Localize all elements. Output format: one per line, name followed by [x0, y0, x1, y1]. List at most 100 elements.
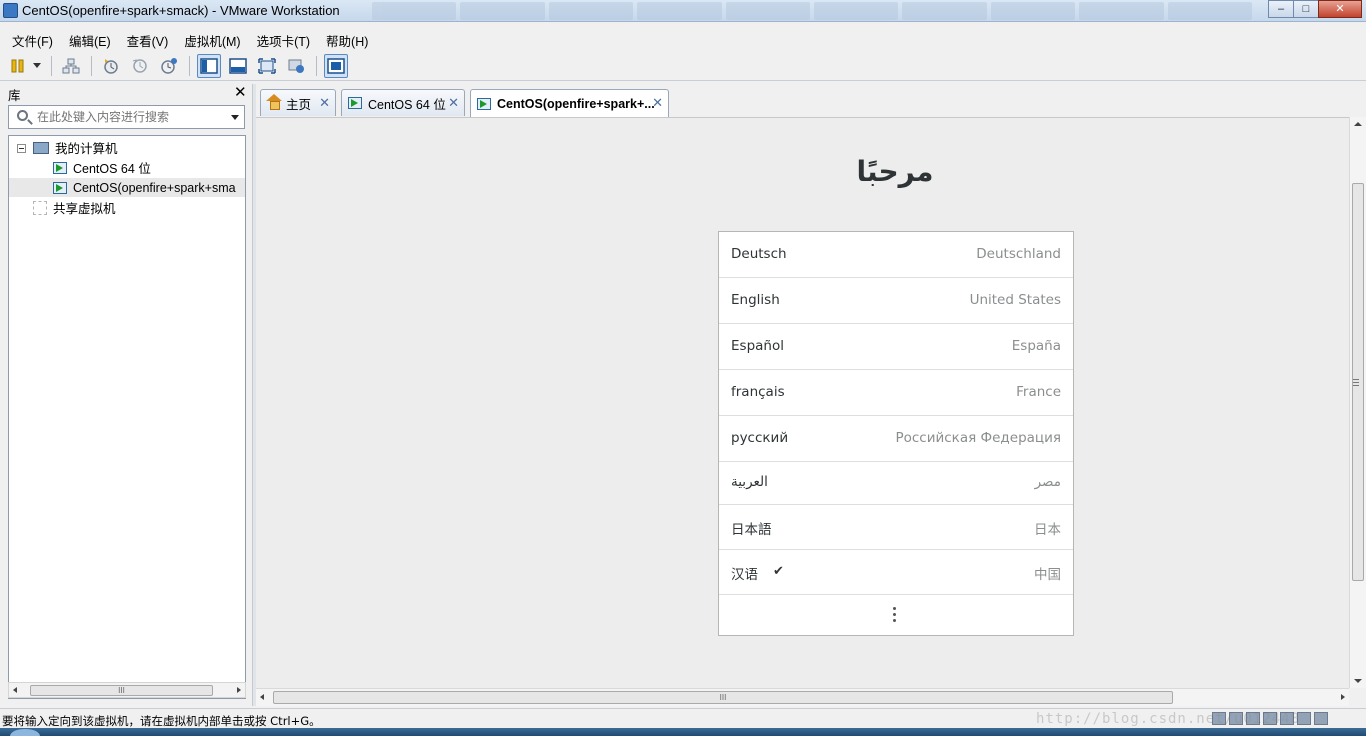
language-region: Deutschland: [976, 246, 1061, 262]
chevron-down-icon[interactable]: [231, 115, 239, 120]
status-bar: 要将输入定向到该虚拟机，请在虚拟机内部单击或按 Ctrl+G。 http://b…: [0, 708, 1366, 728]
tab-close-icon[interactable]: ✕: [448, 95, 459, 111]
vm-horizontal-scrollbar[interactable]: III: [256, 688, 1349, 706]
language-name: English: [731, 292, 780, 308]
scroll-grip-icon: [1353, 379, 1359, 386]
library-close-icon[interactable]: ✕: [234, 83, 247, 101]
tree-item-centos-openfire[interactable]: CentOS(openfire+spark+sma: [9, 178, 245, 197]
tab-label: CentOS 64 位: [368, 97, 446, 112]
full-screen-button[interactable]: [255, 54, 279, 78]
unity-icon: [288, 59, 304, 73]
display-icon[interactable]: [1314, 712, 1328, 725]
scroll-up-icon[interactable]: [1354, 122, 1362, 126]
tree-item-centos-64[interactable]: CentOS 64 位: [9, 158, 245, 177]
cd-dvd-icon[interactable]: [1229, 712, 1243, 725]
tab-centos-64[interactable]: CentOS 64 位 ✕: [341, 89, 465, 116]
language-row-japanese[interactable]: 日本語 日本: [719, 505, 1073, 550]
status-message: 要将输入定向到该虚拟机，请在虚拟机内部单击或按 Ctrl+G。: [2, 714, 321, 728]
tab-label: 主页: [286, 97, 312, 112]
network-button[interactable]: [59, 54, 83, 78]
snapshot-manager-button[interactable]: [157, 54, 181, 78]
library-search-input[interactable]: [37, 109, 227, 125]
language-row-deutsch[interactable]: Deutsch Deutschland: [719, 232, 1073, 278]
scrollbar-thumb[interactable]: III: [30, 685, 213, 696]
snapshot-manager-icon: [161, 57, 177, 74]
pause-icon: [11, 59, 24, 72]
checkmark-icon: ✔: [773, 564, 784, 579]
usb-icon[interactable]: [1263, 712, 1277, 725]
language-row-francais[interactable]: français France: [719, 370, 1073, 416]
printer-icon[interactable]: [1297, 712, 1311, 725]
tab-label: CentOS(openfire+spark+...: [497, 96, 655, 111]
start-button[interactable]: [10, 729, 40, 736]
tree-item-label: CentOS 64 位: [73, 162, 151, 176]
close-button[interactable]: ✕: [1318, 0, 1362, 18]
scroll-grip: III: [118, 686, 125, 695]
language-name: Deutsch: [731, 246, 787, 262]
snapshot-take-icon: [104, 58, 118, 74]
language-region: Российская Федерация: [895, 430, 1061, 446]
language-row-espanol[interactable]: Español España: [719, 324, 1073, 370]
library-tree: 我的计算机 CentOS 64 位 CentOS(openfire+spark+…: [8, 135, 246, 699]
hard-disk-icon[interactable]: [1212, 712, 1226, 725]
home-icon: [266, 94, 282, 110]
vm-running-icon: [53, 181, 67, 194]
language-row-chinese[interactable]: 汉语 ✔ 中国: [719, 550, 1073, 595]
language-region: España: [1011, 338, 1061, 354]
unity-button[interactable]: [284, 54, 308, 78]
library-horizontal-scrollbar[interactable]: III: [8, 682, 246, 698]
tab-home[interactable]: 主页 ✕: [260, 89, 336, 116]
menu-help[interactable]: 帮助(H): [320, 28, 374, 50]
network-adapter-icon[interactable]: [1246, 712, 1260, 725]
minimize-button[interactable]: –: [1268, 0, 1294, 18]
scrollbar-thumb[interactable]: III: [273, 691, 1173, 704]
scroll-down-icon[interactable]: [1354, 679, 1362, 683]
language-region: 日本: [1034, 522, 1061, 538]
pause-button[interactable]: [6, 54, 30, 78]
language-region: 中国: [1034, 567, 1061, 583]
tab-centos-openfire[interactable]: CentOS(openfire+spark+... ✕: [470, 89, 669, 117]
sound-icon[interactable]: [1280, 712, 1294, 725]
window-controls: – □ ✕: [1268, 0, 1362, 18]
language-row-russkiy[interactable]: русский Российская Федерация: [719, 416, 1073, 462]
library-view-icon: [200, 57, 218, 74]
tree-item-shared-vms[interactable]: 共享虚拟机: [9, 198, 245, 217]
menu-vm[interactable]: 虚拟机(M): [178, 28, 246, 50]
thumbnail-bar-button[interactable]: [324, 53, 348, 78]
tab-strip: 主页 ✕ CentOS 64 位 ✕ CentOS(openfire+spark…: [256, 87, 1366, 117]
menu-edit[interactable]: 编辑(E): [63, 28, 117, 50]
vmware-app-icon[interactable]: [3, 3, 18, 18]
console-view-button[interactable]: [226, 54, 250, 78]
device-status-icons: [1212, 712, 1328, 725]
language-name: العربية: [731, 474, 768, 490]
revert-snapshot-button[interactable]: [128, 54, 152, 78]
scroll-right-icon[interactable]: [1341, 694, 1345, 700]
menu-tabs[interactable]: 选项卡(T): [251, 28, 316, 50]
console-view-icon: [229, 57, 247, 74]
vm-vertical-scrollbar[interactable]: [1349, 117, 1366, 688]
scroll-left-icon[interactable]: [260, 694, 264, 700]
maximize-button[interactable]: □: [1293, 0, 1319, 18]
welcome-heading: مرحبًا: [856, 155, 934, 188]
vm-console[interactable]: مرحبًا Deutsch Deutschland English Unite…: [256, 117, 1349, 688]
toolbar-separator: [91, 55, 92, 76]
tab-close-icon[interactable]: ✕: [652, 95, 663, 111]
scroll-left-icon[interactable]: [13, 687, 17, 693]
language-row-arabic[interactable]: العربية مصر: [719, 462, 1073, 505]
language-row-english[interactable]: English United States: [719, 278, 1073, 324]
library-search[interactable]: [8, 105, 245, 129]
menu-file[interactable]: 文件(F): [6, 28, 59, 50]
take-snapshot-button[interactable]: [99, 54, 123, 78]
language-region: France: [1016, 384, 1061, 400]
collapse-icon[interactable]: [17, 144, 26, 153]
tab-close-icon[interactable]: ✕: [319, 95, 330, 111]
tree-item-label: CentOS(openfire+spark+sma: [73, 180, 236, 195]
scroll-right-icon[interactable]: [237, 687, 241, 693]
language-list: Deutsch Deutschland English United State…: [718, 231, 1074, 636]
menu-view[interactable]: 查看(V): [121, 28, 175, 50]
more-vertical-icon[interactable]: [893, 607, 897, 623]
show-library-button[interactable]: [197, 53, 221, 78]
toolbar-separator: [189, 55, 190, 76]
tree-item-my-computer[interactable]: 我的计算机: [9, 138, 245, 157]
power-dropdown-button[interactable]: [31, 54, 43, 78]
